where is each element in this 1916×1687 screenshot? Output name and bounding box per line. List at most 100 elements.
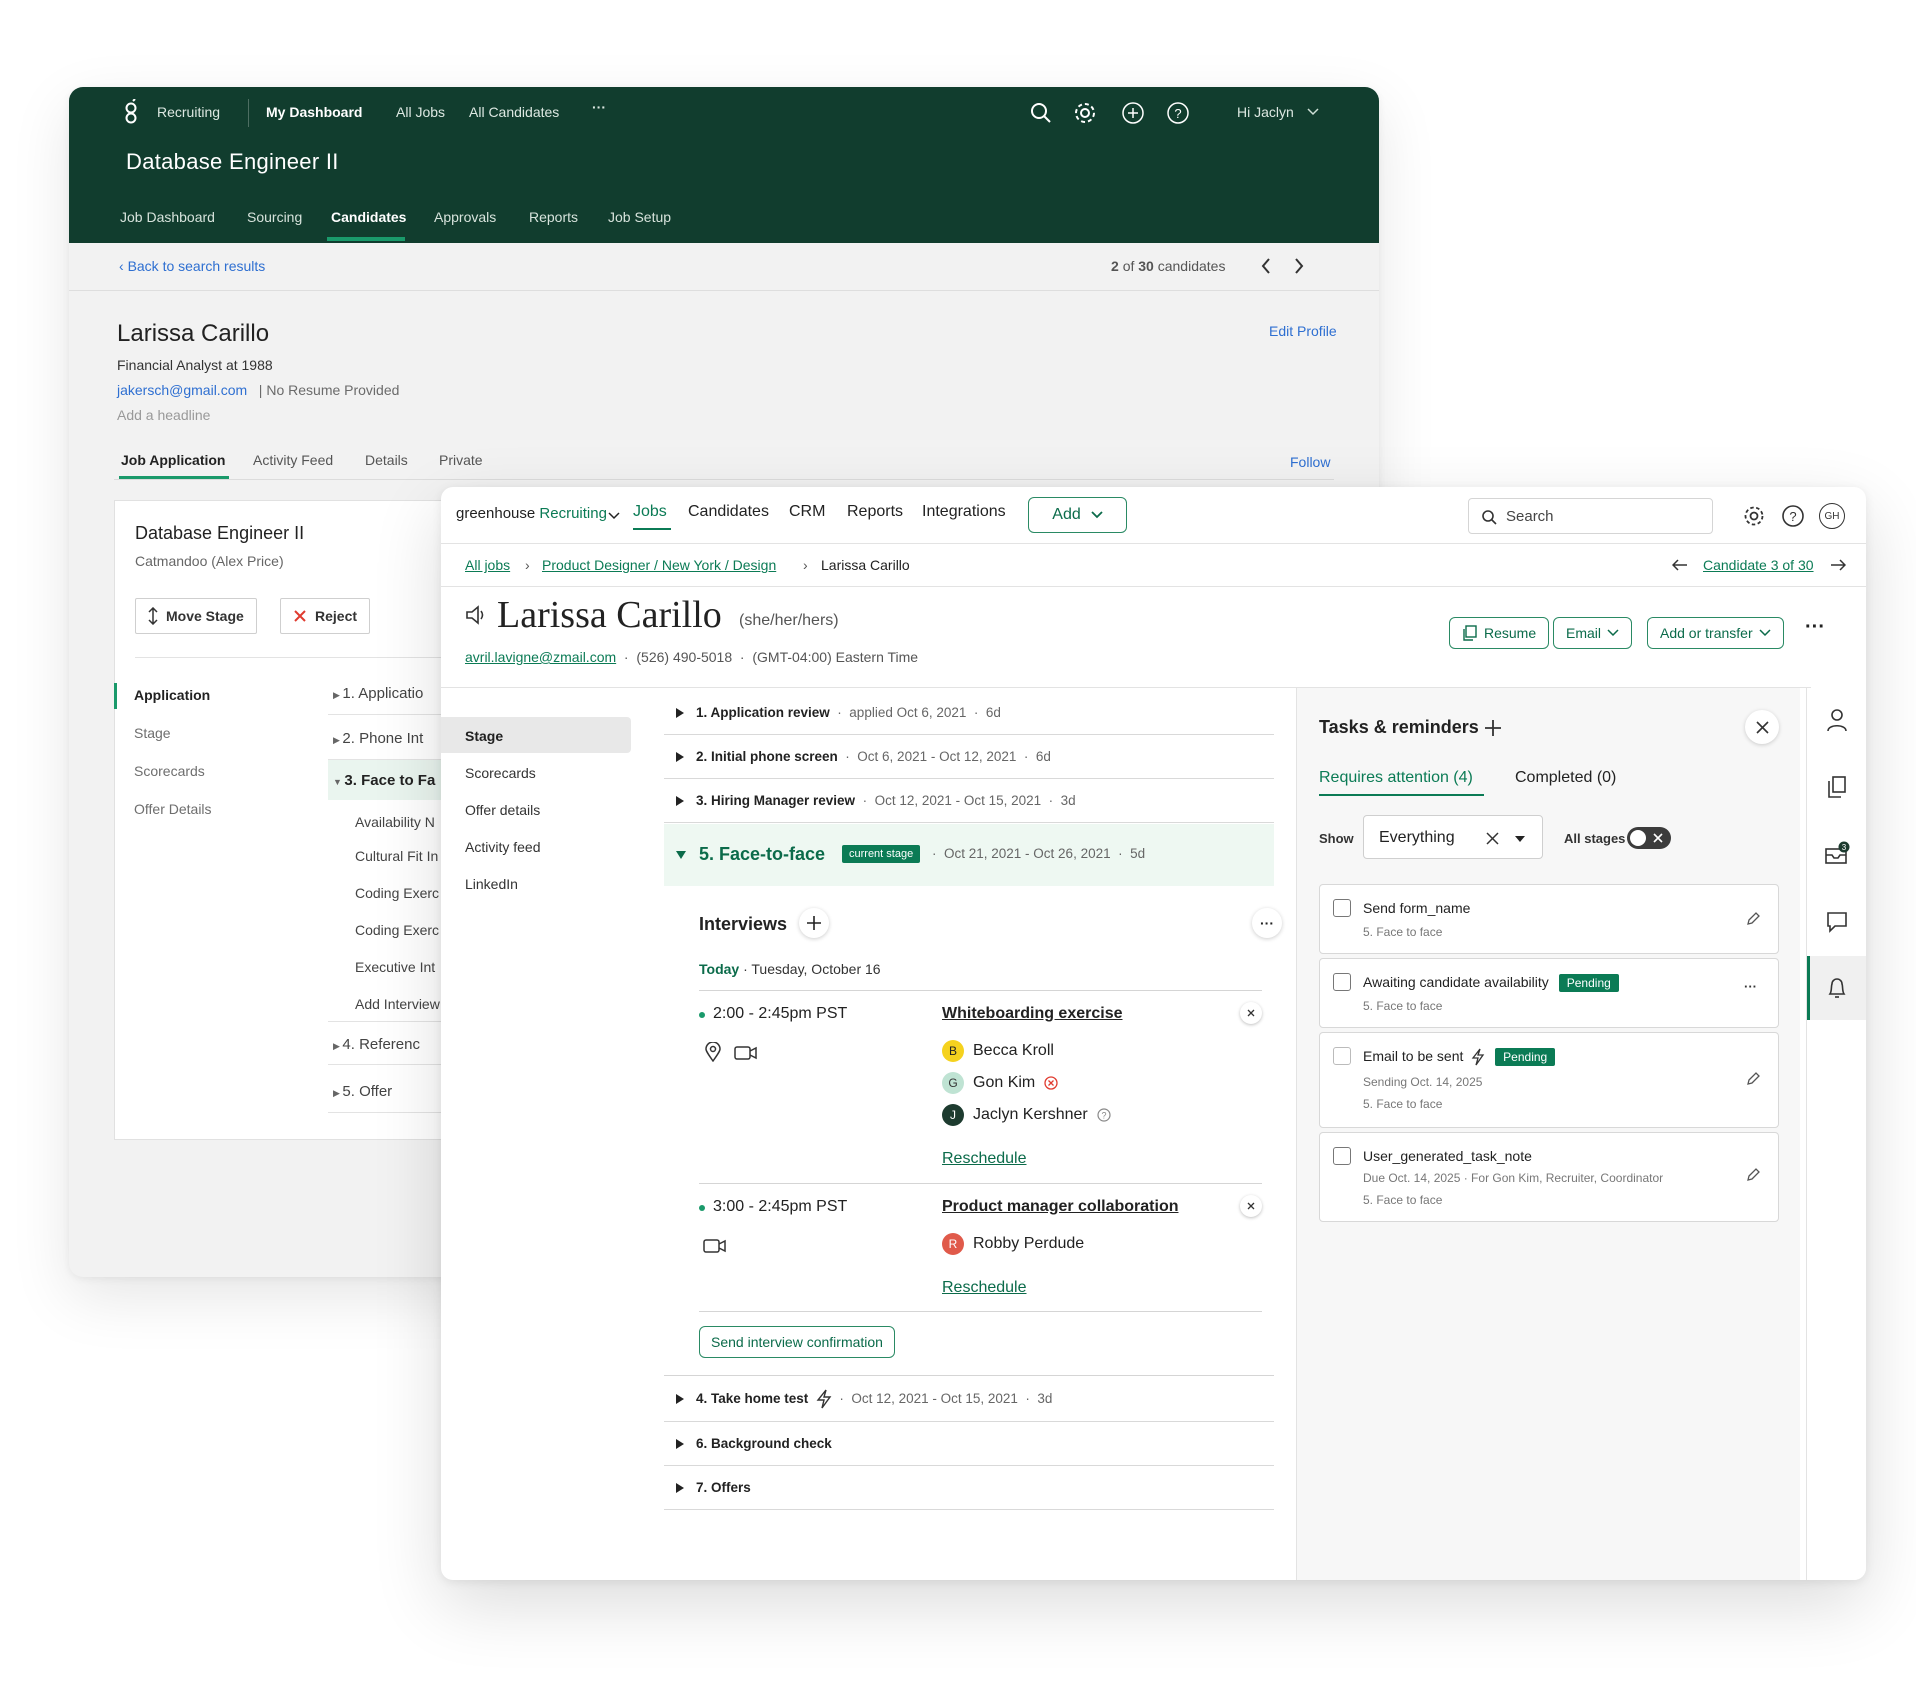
nav-all-candidates[interactable]: All Candidates [469, 104, 559, 120]
add-interview-button[interactable] [799, 908, 829, 938]
gear-icon[interactable] [1072, 100, 1098, 126]
tab-job-dashboard[interactable]: Job Dashboard [120, 209, 215, 225]
nav-candidates[interactable]: Candidates [688, 503, 769, 521]
candidate-email[interactable]: jakersch@gmail.com [117, 382, 247, 398]
brand[interactable]: greenhouse Recruiting [456, 505, 607, 522]
interviews-more-button[interactable]: ··· [1252, 908, 1282, 938]
stage-item[interactable]: ▶ 1. Applicatio [333, 685, 423, 702]
arrow-left-icon[interactable] [1672, 559, 1688, 571]
sub-item[interactable]: Cultural Fit In [355, 848, 438, 864]
nav-integrations[interactable]: Integrations [922, 503, 1006, 521]
tab-requires-attention[interactable]: Requires attention (4) [1319, 769, 1473, 787]
side-offer-details[interactable]: Offer Details [134, 801, 212, 817]
add-button[interactable]: Add [1028, 497, 1127, 533]
chevron-right-icon[interactable] [1294, 257, 1304, 275]
clear-icon[interactable] [1486, 832, 1499, 845]
pencil-icon[interactable] [1745, 1167, 1761, 1183]
tab-sourcing[interactable]: Sourcing [247, 209, 302, 225]
task-item[interactable]: Awaiting candidate availability Pending 5… [1319, 958, 1779, 1028]
task-checkbox[interactable] [1333, 899, 1351, 917]
side-application[interactable]: Application [134, 687, 210, 703]
task-more-button[interactable]: ··· [1744, 979, 1757, 994]
leftnav-activity-feed[interactable]: Activity feed [465, 839, 540, 855]
stage-item[interactable]: ▶ 5. Offer [333, 1083, 392, 1100]
task-checkbox[interactable] [1333, 1047, 1351, 1065]
stage-row[interactable]: 6. Background check [664, 1422, 1274, 1466]
tab-details[interactable]: Details [365, 452, 408, 468]
plus-icon[interactable] [1483, 718, 1503, 738]
pencil-icon[interactable] [1745, 911, 1761, 927]
crumb-all-jobs[interactable]: All jobs [465, 557, 510, 573]
speaker-icon[interactable] [464, 604, 488, 626]
tab-activity-feed[interactable]: Activity Feed [253, 452, 333, 468]
tab-reports[interactable]: Reports [529, 209, 578, 225]
candidate-nav[interactable]: Candidate 3 of 30 [1703, 557, 1814, 573]
arrow-right-icon[interactable] [1830, 559, 1846, 571]
task-item[interactable]: Email to be sent Pending Sending Oct. 14… [1319, 1032, 1779, 1128]
more-actions-button[interactable]: ··· [1805, 616, 1825, 639]
candidate-email[interactable]: avril.lavigne@zmail.com [465, 649, 616, 665]
stage-item-current[interactable]: ▼ 3. Face to Fa [333, 772, 435, 789]
tab-approvals[interactable]: Approvals [434, 209, 496, 225]
sub-item[interactable]: Coding Exerc [355, 922, 439, 938]
tab-job-application[interactable]: Job Application [121, 452, 225, 468]
interview-title[interactable]: Product manager collaboration [942, 1198, 1178, 1216]
edit-profile-link[interactable]: Edit Profile [1269, 323, 1337, 339]
sub-item[interactable]: Availability N [355, 814, 435, 830]
resume-button[interactable]: Resume [1449, 617, 1550, 649]
search-icon[interactable] [1029, 101, 1053, 125]
current-stage-header[interactable]: 5. Face-to-face current stage · Oct 21, … [664, 824, 1274, 886]
help-icon[interactable]: ? [1781, 504, 1805, 528]
chevron-left-icon[interactable] [1261, 257, 1271, 275]
side-scorecards[interactable]: Scorecards [134, 763, 205, 779]
task-checkbox[interactable] [1333, 973, 1351, 991]
pencil-icon[interactable] [1745, 1071, 1761, 1087]
follow-link[interactable]: Follow [1290, 454, 1330, 470]
video-camera-icon[interactable] [703, 1238, 727, 1254]
nav-crm[interactable]: CRM [789, 503, 825, 521]
search-input[interactable]: Search [1468, 498, 1713, 534]
rail-profile[interactable] [1807, 708, 1866, 732]
add-interview-link[interactable]: Add Interview [355, 996, 440, 1012]
tab-completed[interactable]: Completed (0) [1515, 769, 1616, 787]
user-greeting[interactable]: Hi Jaclyn [1237, 104, 1294, 120]
side-stage[interactable]: Stage [134, 725, 171, 741]
rail-documents[interactable] [1807, 776, 1866, 798]
caret-down-icon[interactable] [1514, 835, 1526, 843]
plus-circle-icon[interactable] [1121, 101, 1145, 125]
show-filter-select[interactable]: Everything [1363, 815, 1543, 859]
email-button[interactable]: Email [1553, 617, 1633, 649]
stage-row[interactable]: 7. Offers [664, 1466, 1274, 1510]
nav-all-jobs[interactable]: All Jobs [396, 104, 445, 120]
move-stage-button[interactable]: Move Stage [135, 598, 257, 634]
add-or-transfer-button[interactable]: Add or transfer [1647, 617, 1784, 649]
nav-more[interactable]: ··· [592, 99, 606, 115]
leftnav-stage[interactable]: Stage [465, 728, 503, 744]
location-pin-icon[interactable] [705, 1042, 721, 1062]
chevron-down-icon[interactable] [608, 512, 620, 520]
stage-item[interactable]: ▶ 4. Referenc [333, 1036, 420, 1053]
leftnav-linkedin[interactable]: LinkedIn [465, 876, 518, 892]
chevron-down-icon[interactable] [1307, 108, 1319, 116]
task-item[interactable]: Send form_name 5. Face to face [1319, 884, 1779, 954]
nav-my-dashboard[interactable]: My Dashboard [266, 104, 362, 120]
nav-reports[interactable]: Reports [847, 503, 903, 521]
tab-job-setup[interactable]: Job Setup [608, 209, 671, 225]
task-item[interactable]: User_generated_task_note Due Oct. 14, 20… [1319, 1132, 1779, 1222]
interview-title[interactable]: Whiteboarding exercise [942, 1005, 1123, 1023]
avatar[interactable]: GH [1819, 503, 1845, 529]
gear-icon[interactable] [1742, 504, 1766, 528]
reschedule-link[interactable]: Reschedule [942, 1279, 1027, 1297]
rail-notifications[interactable] [1807, 978, 1866, 1000]
task-checkbox[interactable] [1333, 1147, 1351, 1165]
back-to-search-link[interactable]: ‹ Back to search results [119, 258, 265, 274]
all-stages-toggle[interactable] [1627, 827, 1671, 849]
leftnav-scorecards[interactable]: Scorecards [465, 765, 536, 781]
sub-item[interactable]: Coding Exerc [355, 885, 439, 901]
close-panel-button[interactable] [1745, 710, 1779, 744]
stage-row[interactable]: 2. Initial phone screen · Oct 6, 2021 - … [664, 735, 1274, 779]
tab-private[interactable]: Private [439, 452, 483, 468]
remove-interview-button[interactable] [1240, 1195, 1262, 1217]
add-headline[interactable]: Add a headline [117, 407, 210, 423]
crumb-job[interactable]: Product Designer / New York / Design [542, 557, 776, 573]
